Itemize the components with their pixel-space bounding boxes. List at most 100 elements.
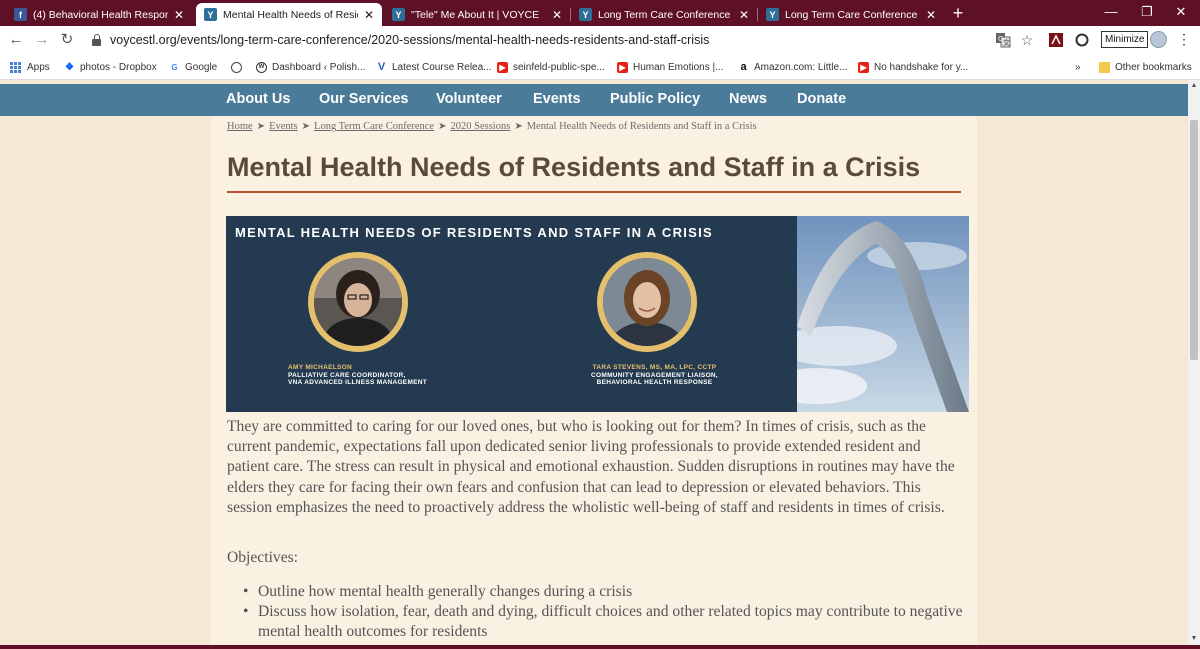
banner-title: MENTAL HEALTH NEEDS OF RESIDENTS AND STA… (235, 225, 714, 240)
bookmark-latest-course[interactable]: V Latest Course Relea... (376, 59, 492, 75)
breadcrumb-events[interactable]: Events (269, 121, 298, 132)
youtube-icon: ▶ (497, 61, 508, 73)
nav-our-services[interactable]: Our Services (319, 91, 408, 107)
breadcrumb-arrow-icon: ➤ (256, 121, 266, 132)
bookmark-star-icon[interactable]: ☆ (1019, 32, 1035, 48)
speaker-portrait-amy (308, 252, 408, 352)
circle-extension-icon[interactable] (1074, 32, 1090, 48)
window-restore-button[interactable]: ❐ (1128, 0, 1166, 26)
scroll-up-arrow-icon[interactable]: ▲ (1188, 82, 1200, 92)
voyce-icon: Y (204, 8, 217, 21)
bookmark-human-emotions[interactable]: ▶ Human Emotions |... (617, 59, 723, 75)
nav-public-policy[interactable]: Public Policy (610, 91, 700, 107)
title-divider (227, 191, 961, 193)
speaker-name: TARA STEVENS, MS, MA, LPC, CCTP (592, 364, 717, 371)
tab-mental-health-needs[interactable]: Y Mental Health Needs of Residen ✕ (196, 3, 382, 26)
close-icon[interactable]: ✕ (552, 8, 562, 22)
tab-label: Long Term Care Conference | VO (785, 8, 920, 21)
page-viewport: About Us Our Services Volunteer Events P… (0, 80, 1188, 649)
amazon-icon: a (740, 61, 747, 73)
breadcrumb-home[interactable]: Home (227, 121, 253, 132)
url-bar[interactable]: voycestl.org/events/long-term-care-confe… (86, 29, 1046, 51)
bookmark-apps[interactable]: Apps (10, 59, 50, 75)
breadcrumb-2020-sessions[interactable]: 2020 Sessions (451, 121, 511, 132)
profile-avatar[interactable] (1150, 31, 1167, 48)
voyce-icon: Y (579, 8, 592, 21)
list-item: Outline how mental health generally chan… (243, 582, 973, 602)
tab-behavioral-health-response[interactable]: f (4) Behavioral Health Response ✕ (6, 3, 192, 26)
voyce-icon: Y (766, 8, 779, 21)
apps-grid-icon (10, 61, 21, 73)
youtube-icon: ▶ (858, 61, 869, 73)
objectives-list: Outline how mental health generally chan… (243, 582, 973, 642)
breadcrumb: Home ➤ Events ➤ Long Term Care Conference ➤ 20… (227, 121, 757, 132)
bookmark-dashboard-polish[interactable]: W Dashboard ‹ Polish... (256, 59, 365, 75)
reload-button[interactable]: ↻ (57, 30, 77, 50)
tab-long-term-care-conference-1[interactable]: Y Long Term Care Conference | VO ✕ (571, 3, 757, 26)
minimize-extension-button[interactable]: Minimize (1101, 31, 1149, 48)
bookmark-seinfeld[interactable]: ▶ seinfeld-public-spe... (497, 59, 605, 75)
window-minimize-button[interactable]: — (1092, 0, 1130, 26)
nav-donate[interactable]: Donate (797, 91, 846, 107)
main-content: Home ➤ Events ➤ Long Term Care Conference ➤ 20… (211, 116, 977, 649)
translate-icon[interactable]: G文 (995, 32, 1011, 48)
bookmark-photos-dropbox[interactable]: ❖ photos - Dropbox (64, 59, 157, 75)
google-icon: G (171, 62, 178, 72)
pdf-extension-icon[interactable] (1048, 32, 1064, 48)
browser-tab-strip: f (4) Behavioral Health Response ✕ Y Men… (0, 0, 1200, 26)
breadcrumb-long-term-care-conference[interactable]: Long Term Care Conference (314, 121, 434, 132)
facebook-icon: f (14, 8, 27, 21)
browser-menu-icon[interactable]: ⋮ (1177, 31, 1191, 48)
svg-text:文: 文 (1003, 38, 1010, 47)
back-button[interactable]: ← (6, 30, 26, 50)
nav-events[interactable]: Events (533, 91, 581, 107)
youtube-icon: ▶ (617, 61, 628, 73)
v-logo-icon: V (377, 61, 386, 73)
breadcrumb-current: Mental Health Needs of Residents and Sta… (526, 121, 757, 132)
tab-label: "Tele" Me About It | VOYCE (411, 8, 540, 21)
close-icon[interactable]: ✕ (364, 8, 374, 22)
bookmarks-overflow-button[interactable]: » (1075, 59, 1081, 75)
new-tab-button[interactable]: + (948, 3, 968, 23)
speaker-role: PALLIATIVE CARE COORDINATOR, (288, 371, 406, 379)
bookmark-label: Dashboard ‹ Polish... (272, 61, 366, 73)
breadcrumb-arrow-icon: ➤ (438, 121, 447, 132)
close-icon[interactable]: ✕ (926, 8, 936, 22)
page-title: Mental Health Needs of Residents and Sta… (227, 152, 921, 182)
nav-volunteer[interactable]: Volunteer (436, 91, 502, 107)
bookmark-label: Latest Course Relea... (392, 61, 492, 73)
site-nav: About Us Our Services Volunteer Events P… (0, 84, 1188, 116)
folder-icon (1099, 61, 1110, 73)
breadcrumb-arrow-icon: ➤ (514, 121, 523, 132)
close-icon[interactable]: ✕ (174, 8, 184, 22)
forward-button[interactable]: → (32, 30, 52, 50)
gateway-arch-photo (797, 216, 969, 412)
speaker-role: COMMUNITY ENGAGEMENT LIAISON, (591, 371, 719, 379)
tab-label: Mental Health Needs of Residen (223, 8, 358, 21)
other-bookmarks[interactable]: Other bookmarks (1099, 59, 1192, 75)
nav-news[interactable]: News (729, 91, 767, 107)
url-text[interactable]: voycestl.org/events/long-term-care-confe… (110, 33, 709, 47)
tab-tele-me-about-it[interactable]: Y "Tele" Me About It | VOYCE ✕ (384, 3, 570, 26)
scroll-thumb[interactable] (1190, 120, 1198, 360)
bookmark-globe[interactable] (231, 59, 247, 75)
tab-long-term-care-conference-2[interactable]: Y Long Term Care Conference | VO ✕ (758, 3, 944, 26)
speaker-portrait-tara (597, 252, 697, 352)
close-icon[interactable]: ✕ (739, 8, 749, 22)
dropbox-icon: ❖ (65, 61, 74, 73)
bookmark-no-handshake[interactable]: ▶ No handshake for y... (858, 59, 968, 75)
scroll-down-arrow-icon[interactable]: ▼ (1188, 635, 1200, 645)
globe-icon (231, 61, 242, 73)
bookmark-google[interactable]: G Google (169, 59, 217, 75)
objectives-heading: Objectives: (227, 549, 299, 566)
speaker-caption-tara: TARA STEVENS, MS, MA, LPC, CCTP COMMUNIT… (591, 364, 718, 387)
taskbar-edge (0, 645, 1200, 649)
bookmark-label: Apps (27, 61, 50, 73)
session-banner-image: MENTAL HEALTH NEEDS OF RESIDENTS AND STA… (226, 216, 969, 412)
bookmark-amazon[interactable]: a Amazon.com: Little... (738, 59, 847, 75)
window-close-button[interactable]: ✕ (1162, 0, 1200, 26)
vertical-scrollbar[interactable]: ▲ ▼ (1188, 80, 1200, 649)
nav-about-us[interactable]: About Us (226, 91, 290, 107)
speaker-org: VNA ADVANCED ILLNESS MANAGEMENT (288, 379, 428, 386)
tab-label: (4) Behavioral Health Response (33, 8, 168, 21)
